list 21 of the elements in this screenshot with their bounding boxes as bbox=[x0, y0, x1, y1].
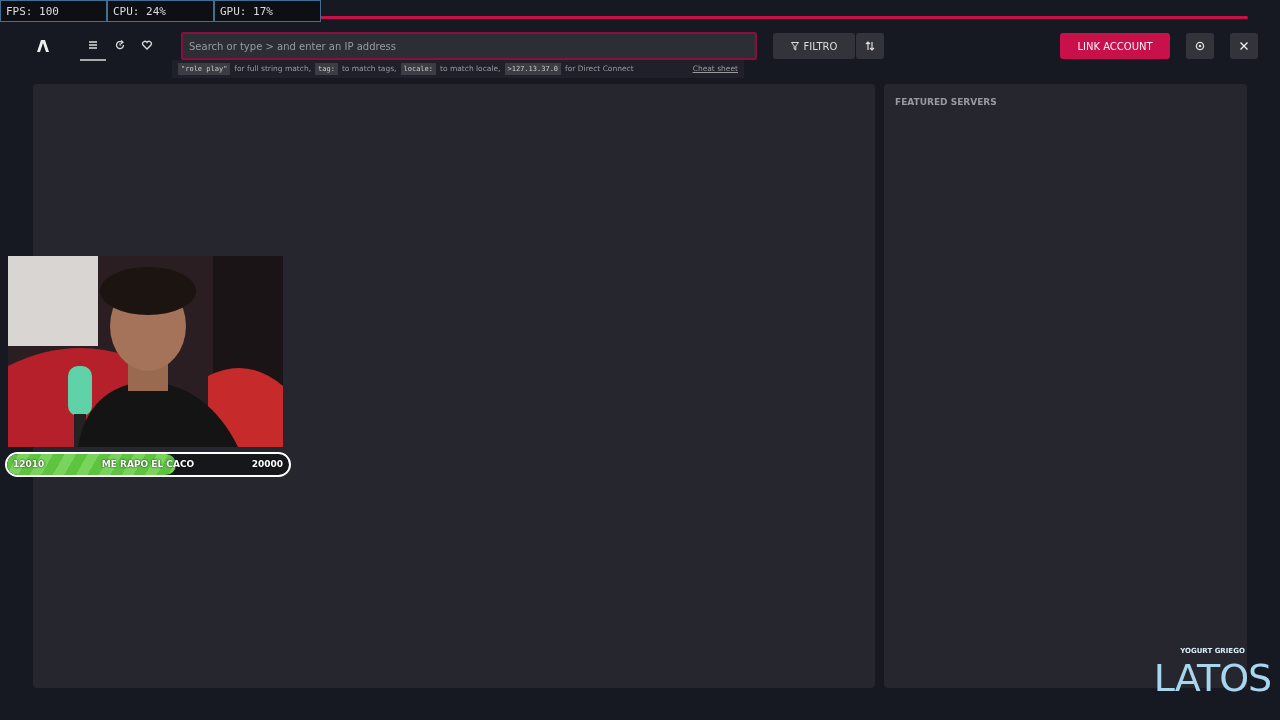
heart-icon bbox=[141, 39, 153, 51]
filter-button[interactable]: FILTRO bbox=[773, 33, 855, 59]
link-account-button[interactable]: LINK ACCOUNT bbox=[1060, 33, 1170, 59]
close-button[interactable] bbox=[1230, 33, 1258, 59]
menu-icon bbox=[87, 39, 99, 51]
sort-button[interactable] bbox=[856, 33, 884, 59]
stat-readout: FPS: 100 bbox=[0, 0, 107, 22]
logo-wordmark: LATOS bbox=[1152, 656, 1273, 701]
goal-current: 12010 bbox=[13, 457, 45, 471]
settings-button[interactable] bbox=[1186, 33, 1214, 59]
close-icon bbox=[1239, 41, 1249, 51]
panel-title: FEATURED SERVERS bbox=[895, 96, 998, 109]
history-icon bbox=[114, 39, 126, 51]
filter-icon bbox=[790, 41, 799, 51]
stat-readout: GPU: 17% bbox=[214, 0, 321, 22]
stat-readout: CPU: 24% bbox=[107, 0, 214, 22]
logo-icon bbox=[36, 39, 50, 53]
settings-icon bbox=[1195, 41, 1205, 51]
sort-icon bbox=[865, 41, 875, 51]
search-field[interactable]: Search or type > and enter an IP address bbox=[181, 32, 757, 60]
goal-target: 20000 bbox=[251, 457, 283, 471]
